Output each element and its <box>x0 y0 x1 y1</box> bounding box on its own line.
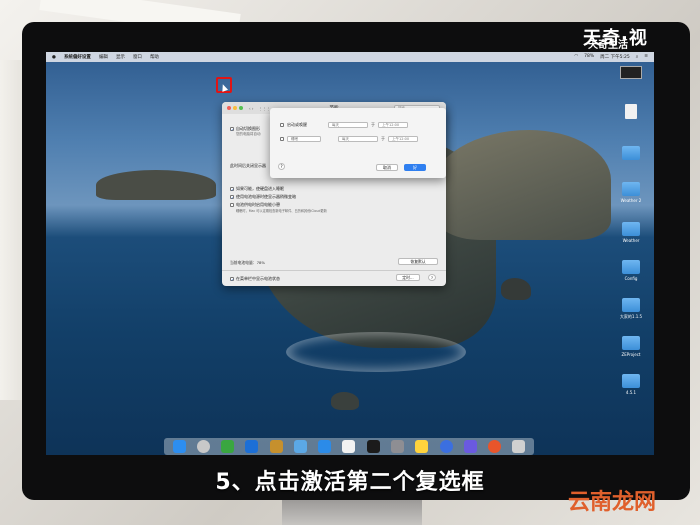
folder-icon <box>622 336 640 350</box>
ok-button[interactable]: 好 <box>404 164 426 171</box>
wake-label: 启动或唤醒 <box>287 122 307 127</box>
folder-icon <box>622 222 640 236</box>
battery-status: 当前电池电量：78% <box>230 260 266 265</box>
mac-screen: ● 系统偏好设置 编辑 显示 窗口 帮助 ◠ 78% 周二 下午5:25 ⌕ ≡ <box>46 52 654 455</box>
divider <box>222 270 446 271</box>
terminal-icon[interactable] <box>366 440 380 453</box>
desktop-icon[interactable]: Config <box>614 260 648 281</box>
sleep-time-field[interactable]: 上午12:00 <box>388 136 418 142</box>
schedule-button[interactable]: 定时… <box>396 274 420 281</box>
restore-defaults-button[interactable]: 恢复默认 <box>398 258 438 265</box>
show-battery-option[interactable]: ✓ 在菜单栏中显示电池状态 <box>230 276 280 282</box>
auto-graphics-desc: 您的电脑将自动 <box>236 132 261 136</box>
rock <box>501 278 531 300</box>
watermark: 云南龙网 <box>568 489 657 515</box>
wake-day-select[interactable]: 每天 <box>328 122 368 128</box>
menu-edit[interactable]: 编辑 <box>99 54 108 60</box>
browser-icon[interactable] <box>439 440 453 453</box>
search-icon[interactable]: ⌕ <box>636 54 639 60</box>
video-frame: ● 系统偏好设置 编辑 显示 窗口 帮助 ◠ 78% 周二 下午5:25 ⌕ ≡ <box>0 0 700 525</box>
dim-display-option[interactable]: ✓ 使用电池电源时使显示器稍微变暗 <box>230 194 296 200</box>
island <box>96 170 216 200</box>
schedule-sheet: 启动或唤醒 每天 于 上午12:00 睡眠 每天 于 上午12:00 ? 取消 … <box>270 108 446 178</box>
desktop-icon[interactable] <box>614 104 648 121</box>
screenshot-icon <box>620 66 642 79</box>
desktop-icon[interactable]: Weather <box>614 222 648 243</box>
wechat-icon[interactable] <box>221 440 235 453</box>
menu-clock[interactable]: 周二 下午5:25 <box>600 54 630 60</box>
cancel-button[interactable]: 取消 <box>376 164 398 171</box>
desktop-icon[interactable]: Weather 2 <box>614 182 648 203</box>
menu-list-icon[interactable]: ≡ <box>644 54 648 60</box>
finder-icon[interactable] <box>172 440 186 453</box>
qq-icon[interactable] <box>415 440 429 453</box>
folder-icon <box>622 298 640 312</box>
wake-time-field[interactable]: 上午12:00 <box>378 122 408 128</box>
wake-checkbox[interactable] <box>280 123 284 127</box>
folder-icon <box>622 260 640 274</box>
sleep-at-label: 于 <box>381 136 385 141</box>
sleep-action-select[interactable]: 睡眠 <box>287 136 321 142</box>
sleep-checkbox[interactable] <box>280 137 284 141</box>
checkbox-unchecked[interactable] <box>230 203 234 207</box>
menu-bar: ● 系统偏好设置 编辑 显示 窗口 帮助 ◠ 78% 周二 下午5:25 ⌕ ≡ <box>46 52 654 62</box>
menu-help[interactable]: 帮助 <box>150 54 159 60</box>
help-button[interactable]: ? <box>428 274 436 281</box>
desktop-icon[interactable] <box>614 146 648 162</box>
dock <box>164 438 534 455</box>
desktop-icon[interactable]: 大家的1.1.5 <box>614 298 648 320</box>
desktop-icon[interactable]: 4.5.1 <box>614 374 648 395</box>
power-nap-note: 睡眠时，Mac 可以定期检查新电子邮件、日历和其他iCloud更新 <box>236 209 327 213</box>
folder-icon <box>622 182 640 196</box>
menu-view[interactable]: 显示 <box>116 54 125 60</box>
checkbox-checked[interactable]: ✓ <box>230 127 234 132</box>
rock <box>331 392 359 410</box>
sheet-help-button[interactable]: ? <box>278 163 285 170</box>
trash-icon[interactable] <box>512 440 526 453</box>
channel-logo-sub: 天奇生活 <box>588 40 628 51</box>
folder-icon <box>622 374 640 388</box>
display-sleep-label: 此时间后关闭显示器 <box>230 163 266 168</box>
wake-at-label: 于 <box>371 122 375 127</box>
menu-window[interactable]: 窗口 <box>133 54 142 60</box>
launchpad-icon[interactable] <box>196 440 210 453</box>
monitor-stand <box>282 500 422 525</box>
xcode-icon[interactable] <box>245 440 259 453</box>
app-store-icon[interactable] <box>318 440 332 453</box>
checkbox-checked[interactable]: ✓ <box>230 277 234 282</box>
menu-app-name[interactable]: 系统偏好设置 <box>64 54 91 60</box>
app-icon[interactable] <box>463 440 477 453</box>
island <box>431 130 611 240</box>
desktop-icon[interactable]: ZEProject <box>614 336 648 357</box>
folder-icon <box>622 146 640 160</box>
file-icon <box>625 104 637 119</box>
wifi-icon[interactable]: ◠ <box>574 54 578 60</box>
desktop-icon[interactable] <box>614 66 648 81</box>
checkbox-checked[interactable]: ✓ <box>230 187 234 192</box>
apple-icon[interactable]: ● <box>52 55 56 60</box>
sleep-day-select[interactable]: 每天 <box>338 136 378 142</box>
folder-dock-icon[interactable] <box>293 440 307 453</box>
sleep-row: 睡眠 每天 于 上午12:00 <box>280 136 418 142</box>
checkbox-checked[interactable]: ✓ <box>230 195 234 200</box>
firefox-icon[interactable] <box>488 440 502 453</box>
hard-disk-sleep-option[interactable]: ✓ 如果可能，使硬盘进入睡眠 <box>230 186 284 192</box>
wake-row: 启动或唤醒 每天 于 上午12:00 <box>280 122 408 128</box>
wave-foam <box>286 332 466 372</box>
tool-icon[interactable] <box>269 440 283 453</box>
system-preferences-icon[interactable] <box>391 440 405 453</box>
battery-percent[interactable]: 78% <box>584 54 594 60</box>
app-icon[interactable] <box>342 440 356 453</box>
